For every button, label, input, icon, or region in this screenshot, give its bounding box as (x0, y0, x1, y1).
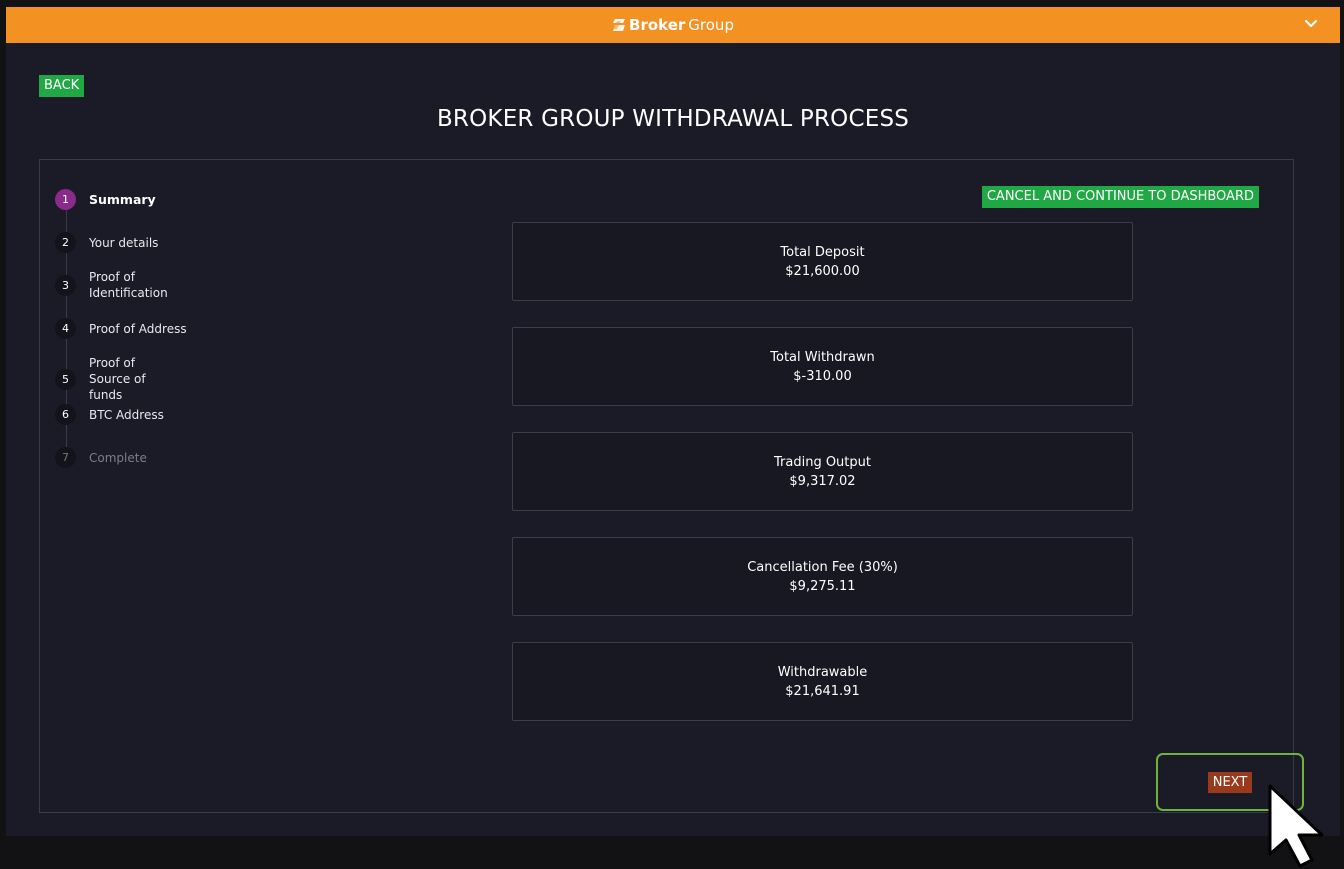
step-number: 5 (55, 368, 76, 390)
step-label: Proof of Address (89, 321, 187, 336)
step-number: 6 (55, 404, 76, 425)
withdrawal-panel: 1 Summary 2 Your details 3 Proof of Iden… (39, 159, 1294, 813)
summary-value: $9,275.11 (789, 578, 856, 594)
page-title: BROKER GROUP WITHDRAWAL PROCESS (436, 106, 910, 132)
summary-card-cancellation-fee: Cancellation Fee (30%) $9,275.11 (512, 537, 1133, 616)
step-label: Proof of Source of funds (89, 356, 146, 402)
logo-mark-icon (613, 19, 626, 31)
logo-text-light: Group (688, 16, 734, 34)
summary-label: Trading Output (774, 454, 871, 470)
step-number: 3 (55, 274, 76, 296)
summary-card-total-deposit: Total Deposit $21,600.00 (512, 222, 1133, 301)
step-label: Summary (89, 191, 156, 207)
summary-value: $9,317.02 (789, 473, 856, 489)
step-label: BTC Address (89, 407, 164, 422)
step-item-proof-of-identification[interactable]: 3 Proof of Identification (55, 269, 169, 301)
step-label: Your details (89, 235, 159, 250)
step-number: 2 (55, 232, 76, 253)
logo-text-bold: Broker (629, 16, 686, 34)
step-item-summary[interactable]: 1 Summary (55, 189, 199, 210)
step-label: Complete (89, 450, 147, 465)
summary-value: $-310.00 (793, 368, 852, 384)
summary-card-trading-output: Trading Output $9,317.02 (512, 432, 1133, 511)
next-button[interactable]: NEXT (1207, 771, 1253, 793)
back-button[interactable]: BACK (39, 75, 85, 97)
step-label: Proof of Identification (89, 270, 168, 300)
summary-label: Cancellation Fee (30%) (747, 559, 898, 575)
step-number: 4 (55, 318, 76, 339)
summary-label: Total Deposit (780, 244, 865, 260)
step-item-btc-address[interactable]: 6 BTC Address (55, 404, 199, 425)
summary-card-total-withdrawn: Total Withdrawn $-310.00 (512, 327, 1133, 406)
summary-value: $21,600.00 (785, 263, 860, 279)
broker-group-logo[interactable]: Broker Group (612, 16, 734, 34)
mouse-cursor-icon (1268, 784, 1324, 868)
step-item-your-details[interactable]: 2 Your details (55, 232, 199, 253)
summary-value: $21,641.91 (785, 683, 860, 699)
step-item-proof-of-source-of-funds[interactable]: 5 Proof of Source of funds (55, 355, 179, 403)
app-frame: Broker Group BACK BROKER GROUP WITHDRAWAL… (6, 7, 1340, 836)
chevron-down-icon[interactable] (1304, 17, 1318, 31)
step-item-complete: 7 Complete (55, 447, 199, 468)
step-number: 1 (55, 189, 76, 210)
summary-card-withdrawable: Withdrawable $21,641.91 (512, 642, 1133, 721)
top-bar: Broker Group (6, 7, 1340, 43)
step-number: 7 (55, 447, 76, 468)
cancel-and-continue-button[interactable]: CANCEL AND CONTINUE TO DASHBOARD (981, 186, 1259, 208)
summary-label: Withdrawable (777, 664, 868, 680)
step-item-proof-of-address[interactable]: 4 Proof of Address (55, 318, 199, 339)
summary-label: Total Withdrawn (770, 349, 875, 365)
